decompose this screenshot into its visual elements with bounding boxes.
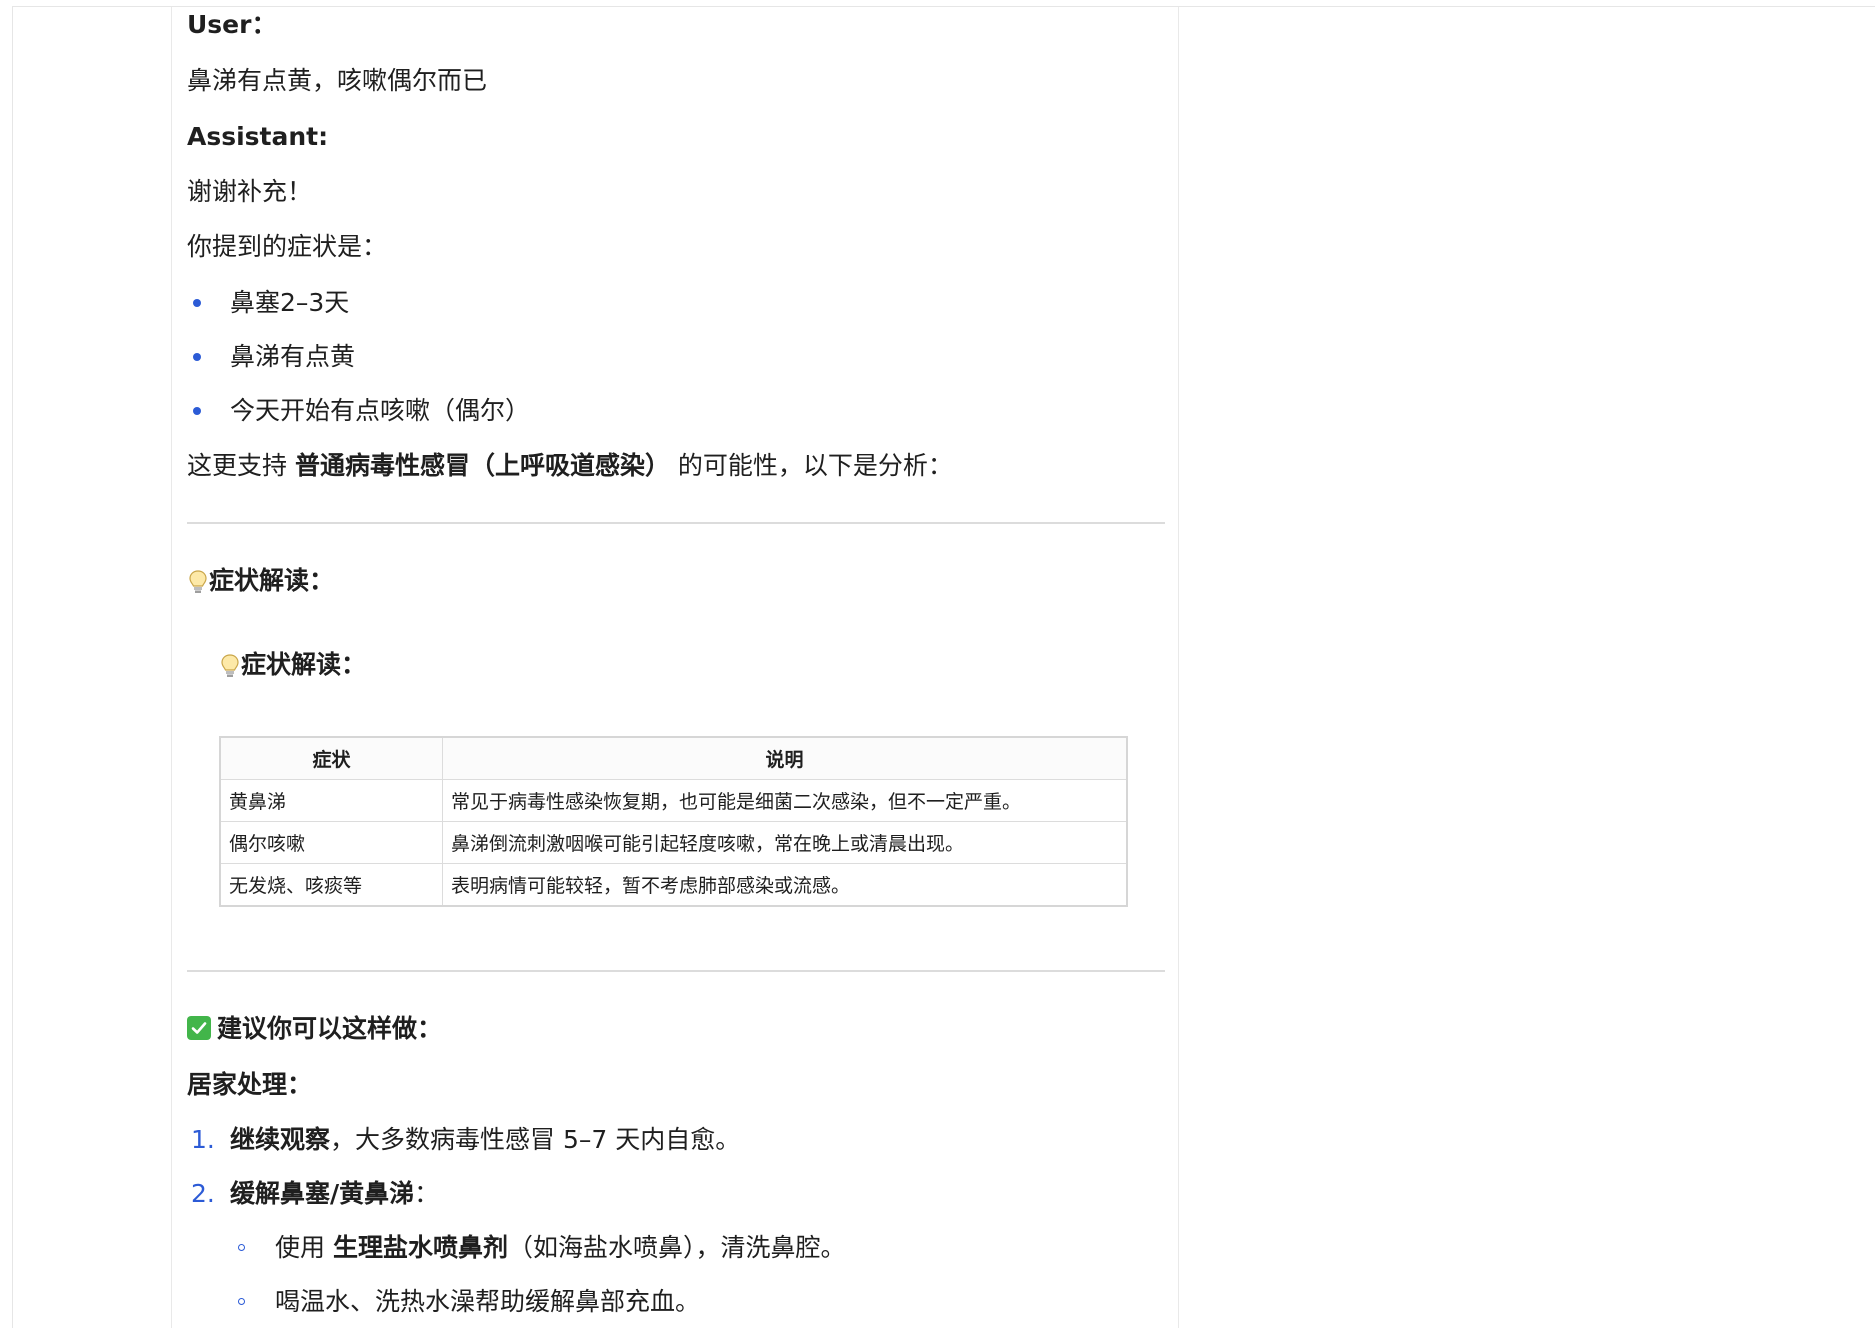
interpret-heading-text: 症状解读： bbox=[209, 566, 335, 595]
symptoms-intro: 你提到的症状是： bbox=[187, 232, 388, 261]
symptom-table: 症状 说明 黄鼻涕 常见于病毒性感染恢复期，也可能是细菌二次感染，但不一定严重。… bbox=[219, 736, 1128, 907]
advice-sub-bold: 生理盐水喷鼻剂 bbox=[332, 1233, 508, 1262]
advice-heading-text: 建议你可以这样做： bbox=[217, 1014, 443, 1043]
advice-heading: 建议你可以这样做： bbox=[187, 1014, 442, 1044]
table-cell: 鼻涕倒流刺激咽喉可能引起轻度咳嗽，常在晚上或清晨出现。 bbox=[442, 821, 1128, 864]
support-suffix: 的可能性，以下是分析： bbox=[669, 451, 953, 480]
table-cell: 常见于病毒性感染恢复期，也可能是细菌二次感染，但不一定严重。 bbox=[442, 779, 1128, 822]
list-number: 2. bbox=[191, 1179, 215, 1208]
advice-item: 缓解鼻塞/黄鼻涕： bbox=[230, 1179, 439, 1209]
advice-sub-item: 喝温水、洗热水澡帮助缓解鼻部充血。 bbox=[275, 1287, 700, 1317]
symptom-item: 鼻涕有点黄 bbox=[230, 342, 356, 371]
advice-sub-prefix: 使用 bbox=[275, 1233, 333, 1262]
sub-bullet-ring bbox=[238, 1244, 245, 1251]
support-sentence: 这更支持 普通病毒性感冒（上呼吸道感染） 的可能性，以下是分析： bbox=[187, 451, 953, 481]
support-prefix: 这更支持 bbox=[187, 451, 295, 480]
table-row: 偶尔咳嗽 鼻涕倒流刺激咽喉可能引起轻度咳嗽，常在晚上或清晨出现。 bbox=[219, 821, 1128, 864]
support-diagnosis: 普通病毒性感冒（上呼吸道感染） bbox=[294, 451, 670, 480]
advice-item: 继续观察，大多数病毒性感冒 5–7 天内自愈。 bbox=[230, 1125, 740, 1155]
right-column-divider bbox=[1178, 7, 1179, 1328]
advice-sub-text: 喝温水、洗热水澡帮助缓解鼻部充血。 bbox=[275, 1287, 701, 1316]
advice-sub-item: 使用 生理盐水喷鼻剂（如海盐水喷鼻），清洗鼻腔。 bbox=[275, 1233, 845, 1263]
bullet-dot bbox=[193, 407, 201, 415]
left-column-divider bbox=[171, 7, 172, 1328]
check-mark-icon bbox=[187, 1016, 211, 1040]
table-cell: 黄鼻涕 bbox=[219, 779, 443, 822]
bullet-dot bbox=[193, 353, 201, 361]
table-header-cell: 说明 bbox=[442, 736, 1128, 780]
interpret-subheading-text: 症状解读： bbox=[241, 650, 367, 679]
advice-item-text: ，大多数病毒性感冒 5–7 天内自愈。 bbox=[330, 1125, 741, 1154]
interpret-heading: 症状解读： bbox=[187, 566, 334, 596]
table-header-row: 症状 说明 bbox=[219, 736, 1128, 780]
advice-sub-text: （如海盐水喷鼻），清洗鼻腔。 bbox=[507, 1233, 846, 1262]
symptom-item: 鼻塞2–3天 bbox=[230, 288, 350, 317]
user-message: 鼻涕有点黄，咳嗽偶尔而已 bbox=[187, 66, 488, 95]
lightbulb-icon bbox=[187, 566, 209, 596]
symptom-item: 今天开始有点咳嗽（偶尔） bbox=[230, 396, 531, 425]
bullet-dot bbox=[193, 299, 201, 307]
table-cell: 表明病情可能较轻，暂不考虑肺部感染或流感。 bbox=[442, 863, 1128, 907]
list-number: 1. bbox=[191, 1125, 215, 1154]
lightbulb-icon bbox=[219, 650, 241, 680]
home-care-heading: 居家处理： bbox=[187, 1070, 313, 1099]
table-row: 黄鼻涕 常见于病毒性感染恢复期，也可能是细菌二次感染，但不一定严重。 bbox=[219, 779, 1128, 822]
table-header-cell: 症状 bbox=[219, 736, 443, 780]
divider bbox=[187, 970, 1165, 972]
advice-item-bold: 继续观察 bbox=[230, 1125, 331, 1154]
table-row: 无发烧、咳痰等 表明病情可能较轻，暂不考虑肺部感染或流感。 bbox=[219, 863, 1128, 907]
advice-item-bold: 缓解鼻塞/黄鼻涕 bbox=[230, 1179, 415, 1208]
user-label: User： bbox=[187, 10, 277, 39]
assistant-thanks: 谢谢补充！ bbox=[187, 177, 313, 206]
interpret-subheading: 症状解读： bbox=[219, 650, 366, 680]
advice-item-text: ： bbox=[414, 1179, 440, 1208]
table-cell: 无发烧、咳痰等 bbox=[219, 863, 443, 907]
table-cell: 偶尔咳嗽 bbox=[219, 821, 443, 864]
divider bbox=[187, 522, 1165, 524]
sub-bullet-ring bbox=[238, 1298, 245, 1305]
assistant-label: Assistant: bbox=[187, 122, 329, 151]
